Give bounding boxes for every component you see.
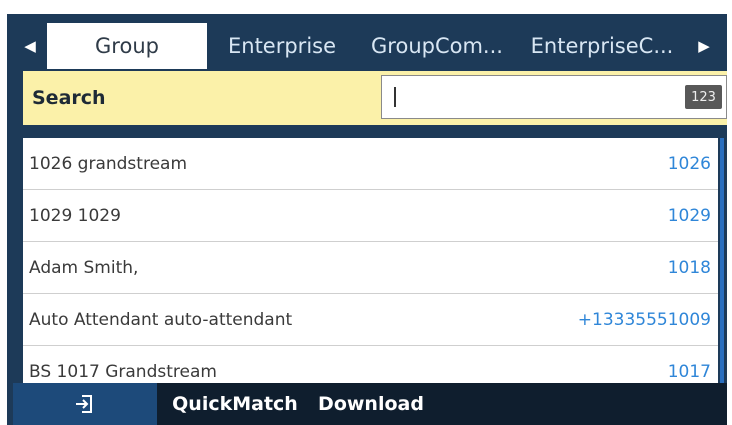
exit-button[interactable]: [13, 383, 157, 425]
download-button[interactable]: Download: [313, 383, 429, 425]
search-label: Search: [32, 87, 106, 109]
list-item[interactable]: 1026 grandstream 1026: [23, 138, 718, 190]
input-mode-button[interactable]: 123: [685, 85, 722, 109]
tab-group[interactable]: Group: [47, 23, 207, 69]
tab-enterprise-common[interactable]: EnterpriseC...: [517, 23, 687, 69]
contact-number: +13335551009: [577, 309, 711, 330]
contact-number: 1018: [667, 257, 711, 278]
search-bar: Search 123: [23, 71, 727, 125]
list-item[interactable]: Adam Smith, 1018: [23, 242, 718, 294]
contact-name: 1029 1029: [29, 205, 121, 226]
text-cursor: [394, 87, 396, 107]
chevron-right-icon[interactable]: ▶: [687, 23, 721, 69]
contact-name: Auto Attendant auto-attendant: [29, 309, 293, 330]
contact-number: 1026: [667, 153, 711, 174]
list-item[interactable]: BS 1017 Grandstream 1017: [23, 346, 718, 384]
search-input[interactable]: 123: [381, 75, 727, 119]
contact-name: Adam Smith,: [29, 257, 139, 278]
phone-screen: ◀ Group Enterprise GroupCom... Enterpris…: [7, 14, 727, 425]
tab-bar: ◀ Group Enterprise GroupCom... Enterpris…: [13, 23, 724, 69]
tab-group-common[interactable]: GroupCom...: [357, 23, 517, 69]
contact-name: 1026 grandstream: [29, 153, 188, 174]
contact-number: 1017: [667, 361, 711, 382]
chevron-left-icon[interactable]: ◀: [13, 23, 47, 69]
contact-list[interactable]: 1026 grandstream 1026 1029 1029 1029 Ada…: [23, 138, 718, 384]
quickmatch-button[interactable]: QuickMatch: [157, 383, 313, 425]
exit-icon: [76, 395, 92, 413]
list-item[interactable]: 1029 1029 1029: [23, 190, 718, 242]
list-scrollbar[interactable]: [720, 138, 724, 384]
tab-enterprise[interactable]: Enterprise: [207, 23, 357, 69]
contact-name: BS 1017 Grandstream: [29, 361, 217, 382]
softkey-bar: QuickMatch Download: [13, 383, 727, 425]
contact-number: 1029: [667, 205, 711, 226]
list-item[interactable]: Auto Attendant auto-attendant +133355510…: [23, 294, 718, 346]
